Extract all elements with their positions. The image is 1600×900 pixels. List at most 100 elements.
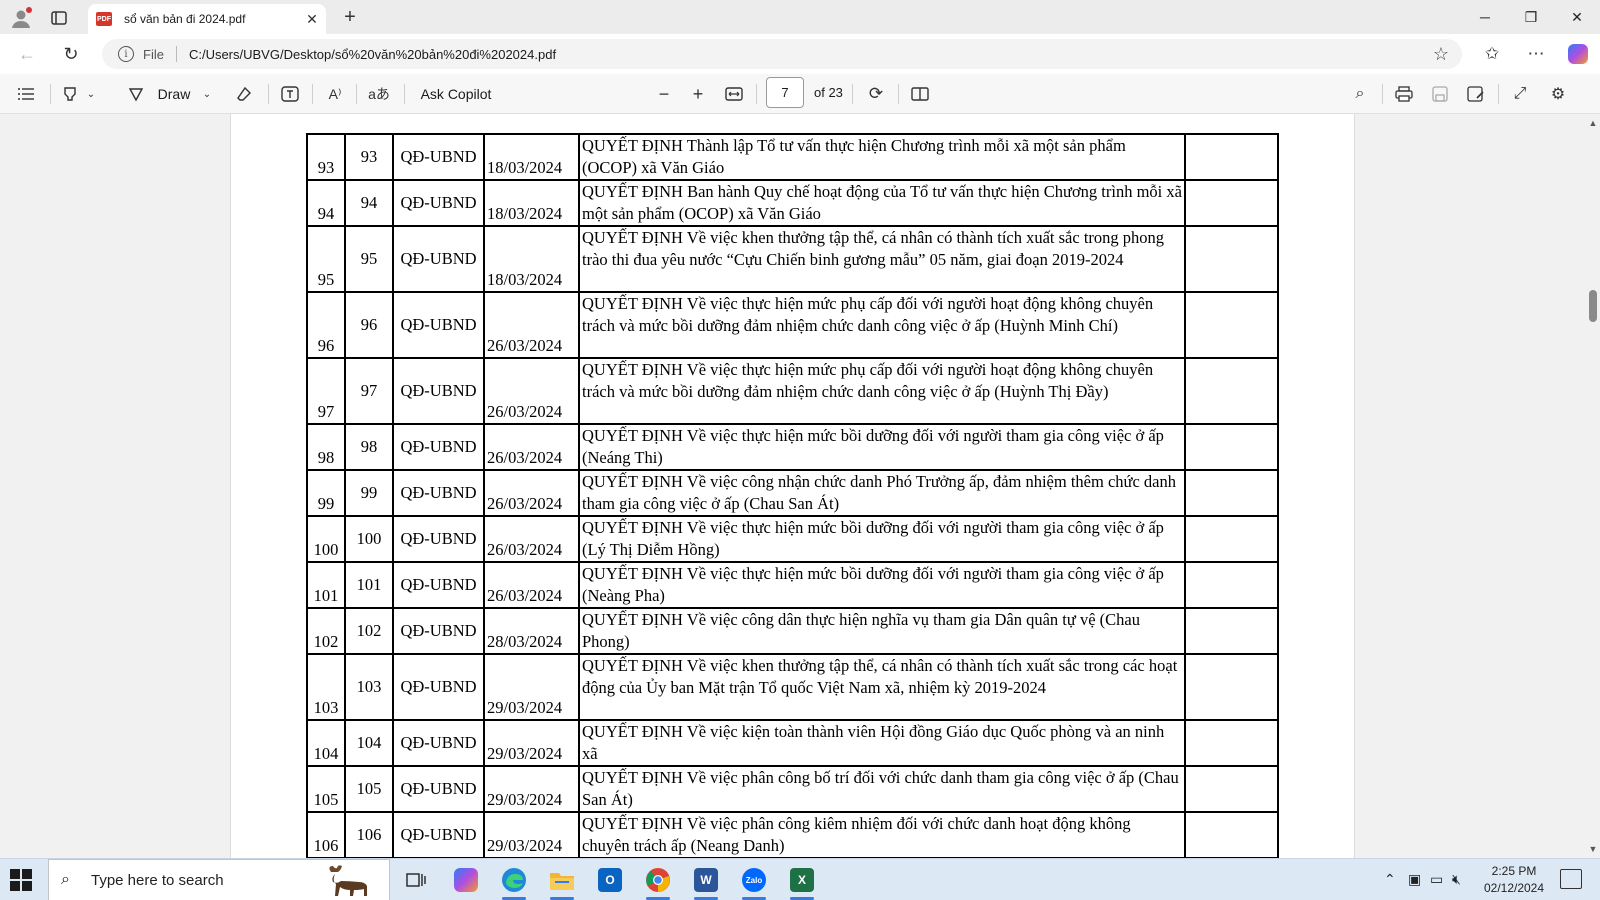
meet-now-icon[interactable]: ▣ bbox=[1408, 871, 1421, 888]
url-text[interactable]: C:/Users/UBVG/Desktop/sổ%20văn%20bản%20đ… bbox=[189, 47, 1426, 62]
draw-button[interactable]: Draw bbox=[156, 82, 192, 106]
row-number: 97 bbox=[344, 357, 394, 425]
row-note bbox=[1184, 291, 1279, 359]
row-summary: QUYẾT ĐỊNH Về việc khen thưởng tập thể, … bbox=[578, 653, 1186, 721]
row-stt: 93 bbox=[306, 133, 346, 181]
tab-close-icon[interactable]: ✕ bbox=[302, 9, 322, 29]
row-date: 29/03/2024 bbox=[483, 653, 580, 721]
scroll-down-icon[interactable]: ▼ bbox=[1588, 844, 1598, 854]
row-stt: 105 bbox=[306, 765, 346, 813]
table-row: 93 93 QĐ-UBND 18/03/2024 QUYẾT ĐỊNH Thành lậ… bbox=[306, 133, 1279, 181]
ask-copilot-button[interactable]: Ask Copilot bbox=[418, 82, 494, 106]
search-icon[interactable]: ⌕ bbox=[1348, 82, 1372, 106]
tab-actions-icon[interactable] bbox=[46, 5, 72, 31]
edge-app-icon[interactable] bbox=[494, 864, 534, 900]
outlook-app-icon[interactable]: O bbox=[590, 864, 630, 896]
word-app-icon[interactable]: W bbox=[686, 864, 726, 900]
start-button[interactable] bbox=[10, 869, 32, 891]
rotate-icon[interactable]: ⟳ bbox=[864, 82, 888, 106]
toolbar-divider bbox=[898, 84, 899, 104]
zoom-in-icon[interactable]: + bbox=[686, 82, 710, 106]
fullscreen-icon[interactable]: ⤢ bbox=[1508, 82, 1532, 106]
page-view-icon[interactable] bbox=[908, 82, 932, 106]
close-window-button[interactable]: ✕ bbox=[1554, 0, 1600, 34]
restore-button[interactable]: ❐ bbox=[1508, 0, 1554, 34]
more-options-icon[interactable]: ⋯ bbox=[1520, 40, 1552, 68]
refresh-button[interactable]: ↻ bbox=[56, 40, 86, 68]
row-date: 26/03/2024 bbox=[483, 423, 580, 471]
table-row: 101 101 QĐ-UBND 26/03/2024 QUYẾT ĐỊNH Về việ… bbox=[306, 561, 1279, 609]
row-doc-type: QĐ-UBND bbox=[392, 765, 485, 813]
search-placeholder: Type here to search bbox=[91, 871, 224, 889]
row-date: 26/03/2024 bbox=[483, 515, 580, 563]
taskbar-search-box[interactable]: ⌕ Type here to search bbox=[48, 859, 390, 900]
browser-tab-bar: PDF sổ văn bản đi 2024.pdf ✕ + ─ ❐ ✕ bbox=[0, 0, 1600, 34]
row-number: 100 bbox=[344, 515, 394, 563]
excel-app-icon[interactable]: X bbox=[782, 864, 822, 900]
add-text-icon[interactable] bbox=[278, 82, 302, 106]
profile-icon[interactable] bbox=[8, 5, 34, 31]
scroll-up-icon[interactable]: ▲ bbox=[1588, 118, 1598, 128]
highlight-chevron-down-icon[interactable]: ⌄ bbox=[84, 82, 98, 106]
eraser-icon[interactable] bbox=[232, 82, 256, 106]
save-icon[interactable] bbox=[1428, 82, 1452, 106]
show-hidden-icons-chevron-icon[interactable]: ⌃ bbox=[1384, 871, 1396, 888]
toolbar-divider bbox=[1498, 84, 1499, 104]
search-icon: ⌕ bbox=[61, 871, 70, 888]
draw-chevron-down-icon[interactable]: ⌄ bbox=[200, 82, 214, 106]
print-icon[interactable] bbox=[1392, 82, 1416, 106]
system-clock[interactable]: 2:25 PM 02/12/2024 bbox=[1474, 863, 1554, 897]
row-stt: 100 bbox=[306, 515, 346, 563]
zoom-out-icon[interactable]: − bbox=[652, 82, 676, 106]
network-icon[interactable]: ▭ bbox=[1430, 871, 1443, 888]
task-view-icon[interactable] bbox=[396, 864, 436, 896]
save-as-icon[interactable] bbox=[1464, 82, 1488, 106]
row-date: 18/03/2024 bbox=[483, 133, 580, 181]
toolbar-divider bbox=[312, 84, 313, 104]
minimize-button[interactable]: ─ bbox=[1462, 0, 1508, 34]
scrollbar-thumb[interactable] bbox=[1589, 290, 1597, 322]
windows-taskbar: ⌕ Type here to search O W Zalo X ⌃ ▣ ▭ 🔇… bbox=[0, 858, 1600, 900]
volume-muted-icon[interactable]: 🔇︎ bbox=[1452, 871, 1461, 888]
row-summary: QUYẾT ĐỊNH Về việc thực hiện mức bồi dưỡ… bbox=[578, 423, 1186, 471]
row-doc-type: QĐ-UBND bbox=[392, 225, 485, 293]
zalo-app-icon[interactable]: Zalo bbox=[734, 864, 774, 900]
chrome-app-icon[interactable] bbox=[638, 864, 678, 900]
favorite-star-icon[interactable]: ☆ bbox=[1426, 44, 1456, 65]
row-note bbox=[1184, 515, 1279, 563]
tab-pdf-document[interactable]: PDF sổ văn bản đi 2024.pdf ✕ bbox=[88, 4, 326, 34]
row-date: 29/03/2024 bbox=[483, 811, 580, 859]
row-stt: 96 bbox=[306, 291, 346, 359]
file-explorer-app-icon[interactable] bbox=[542, 864, 582, 900]
row-note bbox=[1184, 357, 1279, 425]
notification-center-icon[interactable] bbox=[1560, 869, 1582, 889]
row-doc-type: QĐ-UBND bbox=[392, 561, 485, 609]
draw-icon[interactable] bbox=[124, 82, 148, 106]
translate-icon[interactable]: aあ bbox=[364, 82, 394, 106]
highlight-icon[interactable] bbox=[58, 82, 82, 106]
row-summary: QUYẾT ĐỊNH Về việc thực hiện mức bồi dưỡ… bbox=[578, 515, 1186, 563]
row-summary: QUYẾT ĐỊNH Về việc thực hiện mức bồi dưỡ… bbox=[578, 561, 1186, 609]
toolbar-divider bbox=[756, 84, 757, 104]
vertical-scrollbar[interactable]: ▲ ▼ bbox=[1586, 114, 1600, 858]
table-row: 105 105 QĐ-UBND 29/03/2024 QUYẾT ĐỊNH Về việ… bbox=[306, 765, 1279, 813]
copilot-icon[interactable] bbox=[1562, 40, 1594, 68]
row-stt: 95 bbox=[306, 225, 346, 293]
fit-page-icon[interactable] bbox=[722, 82, 746, 106]
copilot-app-icon[interactable] bbox=[446, 864, 486, 896]
settings-gear-icon[interactable]: ⚙ bbox=[1546, 82, 1570, 106]
row-doc-type: QĐ-UBND bbox=[392, 719, 485, 767]
info-icon[interactable]: i bbox=[118, 46, 134, 62]
address-bar[interactable]: i File C:/Users/UBVG/Desktop/sổ%20văn%20… bbox=[102, 39, 1462, 69]
tab-title: sổ văn bản đi 2024.pdf bbox=[124, 12, 246, 26]
new-tab-button[interactable]: + bbox=[336, 4, 364, 30]
back-button[interactable]: ← bbox=[12, 40, 42, 68]
table-row: 106 106 QĐ-UBND 29/03/2024 QUYẾT ĐỊNH Về việ… bbox=[306, 811, 1279, 859]
moose-illustration-icon bbox=[329, 865, 367, 896]
row-number: 96 bbox=[344, 291, 394, 359]
row-doc-type: QĐ-UBND bbox=[392, 179, 485, 227]
read-aloud-icon[interactable]: A⁾ bbox=[322, 82, 348, 106]
page-number-input[interactable]: 7 bbox=[766, 77, 804, 108]
favorites-icon[interactable]: ✩ bbox=[1476, 40, 1508, 68]
contents-list-icon[interactable] bbox=[14, 82, 38, 106]
